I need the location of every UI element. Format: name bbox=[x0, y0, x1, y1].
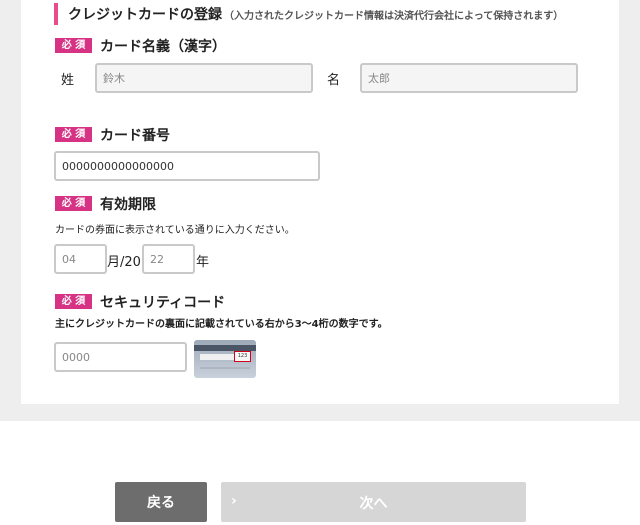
next-button[interactable]: › 次へ bbox=[221, 482, 526, 522]
section-title-text: クレジットカードの登録 bbox=[68, 7, 222, 23]
year-suffix: 年 bbox=[196, 255, 210, 270]
card-text-line bbox=[200, 367, 250, 369]
required-badge: 必 須 bbox=[55, 127, 92, 142]
section-note: （入力されたクレジットカード情報は決済代行会社によって保持されます） bbox=[224, 11, 564, 22]
first-name-input[interactable] bbox=[360, 63, 578, 93]
required-badge: 必 須 bbox=[55, 38, 92, 53]
expiry-hint: カードの券面に表示されている通りに入力ください。 bbox=[55, 225, 295, 236]
card-number-label: カード番号 bbox=[100, 128, 170, 144]
security-code-hint: 主にクレジットカードの裏面に記載されている右から3〜4桁の数字です。 bbox=[55, 319, 388, 330]
section-title: クレジットカードの登録 （入力されたクレジットカード情報は決済代行会社によって保持… bbox=[68, 4, 563, 24]
security-code-label: セキュリティコード bbox=[100, 295, 226, 311]
section-accent-bar bbox=[54, 3, 58, 25]
last-name-label: 姓 bbox=[61, 73, 75, 88]
card-number-input[interactable] bbox=[54, 151, 320, 181]
back-button[interactable]: 戻る bbox=[115, 482, 207, 522]
expiry-year-input[interactable] bbox=[142, 244, 195, 274]
first-name-label: 名 bbox=[327, 73, 341, 88]
expiry-month-input[interactable] bbox=[54, 244, 107, 274]
required-badge: 必 須 bbox=[55, 196, 92, 211]
next-button-label: 次へ bbox=[359, 496, 388, 512]
expiry-label: 有効期限 bbox=[100, 197, 156, 213]
month-suffix: 月/20 bbox=[107, 255, 141, 270]
security-code-input[interactable] bbox=[54, 342, 187, 372]
required-badge: 必 須 bbox=[55, 294, 92, 309]
last-name-input[interactable] bbox=[95, 63, 313, 93]
card-back-image: 123 bbox=[194, 340, 256, 378]
card-name-label: カード名義（漢字） bbox=[100, 39, 226, 55]
card-cvv-box: 123 bbox=[234, 351, 251, 362]
